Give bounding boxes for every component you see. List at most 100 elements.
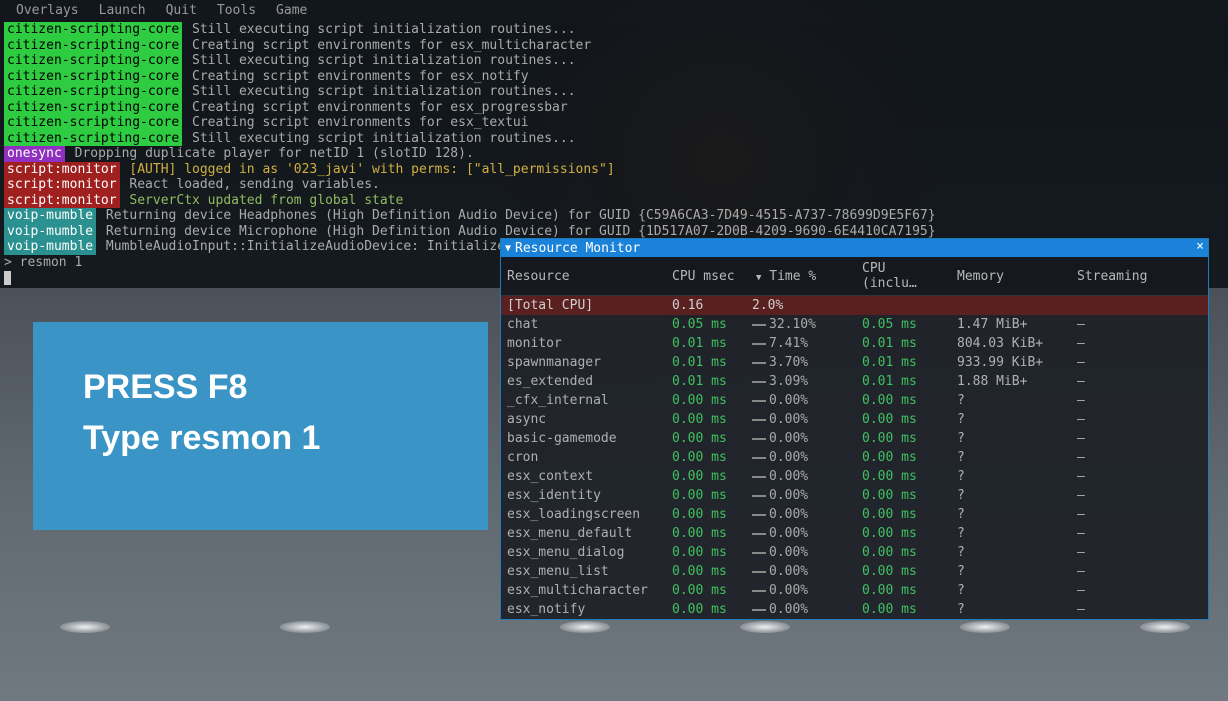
column-header[interactable]: CPU msec (666, 257, 746, 296)
menu-launch[interactable]: Launch (89, 3, 156, 18)
cpu-msec: 0.00 ms (666, 486, 746, 505)
table-row[interactable]: esx_menu_list0.00 ms0.00%0.00 ms?– (501, 562, 1208, 581)
streaming: – (1071, 315, 1208, 334)
table-row[interactable]: esx_loadingscreen0.00 ms0.00%0.00 ms?– (501, 505, 1208, 524)
cpu-inclusive: 0.01 ms (856, 353, 951, 372)
log-tag: citizen-scripting-core (4, 115, 182, 131)
instruction-line-2: Type resmon 1 (83, 413, 438, 464)
time-bar-icon (752, 400, 766, 402)
resource-name: esx_menu_list (501, 562, 666, 581)
streaming: – (1071, 505, 1208, 524)
menu-tools[interactable]: Tools (207, 3, 266, 18)
cpu-inclusive: 0.00 ms (856, 581, 951, 600)
time-percent: 0.00% (746, 524, 856, 543)
table-row[interactable]: [Total CPU]0.162.0% (501, 296, 1208, 316)
cpu-inclusive: 0.00 ms (856, 410, 951, 429)
cpu-inclusive: 0.01 ms (856, 372, 951, 391)
table-row[interactable]: esx_context0.00 ms0.00%0.00 ms?– (501, 467, 1208, 486)
time-percent: 7.41% (746, 334, 856, 353)
cpu-msec: 0.00 ms (666, 600, 746, 619)
cpu-msec: 0.05 ms (666, 315, 746, 334)
cpu-inclusive (856, 296, 951, 316)
log-message: Creating script environments for esx_tex… (184, 115, 528, 130)
streaming: – (1071, 562, 1208, 581)
cpu-msec: 0.01 ms (666, 353, 746, 372)
cpu-inclusive: 0.00 ms (856, 543, 951, 562)
cpu-inclusive: 0.00 ms (856, 448, 951, 467)
cpu-msec: 0.01 ms (666, 334, 746, 353)
column-header[interactable]: Resource (501, 257, 666, 296)
streaming: – (1071, 429, 1208, 448)
memory: ? (951, 600, 1071, 619)
table-row[interactable]: esx_multicharacter0.00 ms0.00%0.00 ms?– (501, 581, 1208, 600)
resmon-titlebar[interactable]: ▼ Resource Monitor × (501, 239, 1208, 257)
cpu-inclusive: 0.00 ms (856, 429, 951, 448)
menu-overlays[interactable]: Overlays (6, 3, 89, 18)
collapse-icon[interactable]: ▼ (505, 243, 511, 254)
table-row[interactable]: esx_identity0.00 ms0.00%0.00 ms?– (501, 486, 1208, 505)
cpu-inclusive: 0.00 ms (856, 600, 951, 619)
table-row[interactable]: esx_menu_default0.00 ms0.00%0.00 ms?– (501, 524, 1208, 543)
cpu-inclusive: 0.00 ms (856, 486, 951, 505)
console-line: citizen-scripting-core Creating script e… (4, 69, 1224, 85)
cpu-msec: 0.00 ms (666, 467, 746, 486)
streaming: – (1071, 410, 1208, 429)
console-line: citizen-scripting-core Still executing s… (4, 22, 1224, 38)
log-tag: citizen-scripting-core (4, 22, 182, 38)
streaming: – (1071, 524, 1208, 543)
menu-game[interactable]: Game (266, 3, 317, 18)
memory: ? (951, 581, 1071, 600)
cpu-inclusive: 0.01 ms (856, 334, 951, 353)
memory: ? (951, 467, 1071, 486)
resource-name: es_extended (501, 372, 666, 391)
cpu-msec: 0.01 ms (666, 372, 746, 391)
time-percent: 32.10% (746, 315, 856, 334)
cpu-inclusive: 0.05 ms (856, 315, 951, 334)
console-line: voip-mumble Returning device Headphones … (4, 208, 1224, 224)
time-bar-icon (752, 362, 766, 364)
time-bar-icon (752, 381, 766, 383)
log-message: [AUTH] logged in as '023_javi' with perm… (122, 162, 615, 177)
menu-quit[interactable]: Quit (156, 3, 207, 18)
table-row[interactable]: spawnmanager0.01 ms3.70%0.01 ms933.99 Ki… (501, 353, 1208, 372)
memory (951, 296, 1071, 316)
time-bar-icon (752, 590, 766, 592)
time-percent: 0.00% (746, 600, 856, 619)
table-row[interactable]: async0.00 ms0.00%0.00 ms?– (501, 410, 1208, 429)
column-header[interactable]: Streaming (1071, 257, 1208, 296)
time-bar-icon (752, 457, 766, 459)
table-row[interactable]: monitor0.01 ms7.41%0.01 ms804.03 KiB+– (501, 334, 1208, 353)
resource-name: [Total CPU] (501, 296, 666, 316)
resource-name: basic-gamemode (501, 429, 666, 448)
log-message: Still executing script initialization ro… (184, 84, 575, 99)
log-message: Still executing script initialization ro… (184, 53, 575, 68)
table-row[interactable]: basic-gamemode0.00 ms0.00%0.00 ms?– (501, 429, 1208, 448)
log-message: Creating script environments for esx_not… (184, 69, 528, 84)
log-tag: citizen-scripting-core (4, 100, 182, 116)
cpu-msec: 0.00 ms (666, 543, 746, 562)
console-line: citizen-scripting-core Creating script e… (4, 38, 1224, 54)
table-row[interactable]: esx_notify0.00 ms0.00%0.00 ms?– (501, 600, 1208, 619)
time-percent: 0.00% (746, 505, 856, 524)
resource-name: _cfx_internal (501, 391, 666, 410)
table-row[interactable]: esx_menu_dialog0.00 ms0.00%0.00 ms?– (501, 543, 1208, 562)
memory: ? (951, 543, 1071, 562)
column-header[interactable]: CPU (inclu… (856, 257, 951, 296)
table-row[interactable]: es_extended0.01 ms3.09%0.01 ms1.88 MiB+– (501, 372, 1208, 391)
column-header[interactable]: Memory (951, 257, 1071, 296)
table-row[interactable]: cron0.00 ms0.00%0.00 ms?– (501, 448, 1208, 467)
resource-monitor-window[interactable]: ▼ Resource Monitor × ResourceCPU msec▼ T… (500, 238, 1209, 620)
console-line: citizen-scripting-core Creating script e… (4, 115, 1224, 131)
column-header[interactable]: ▼ Time % (746, 257, 856, 296)
menubar: OverlaysLaunchQuitToolsGame (0, 0, 1228, 20)
table-row[interactable]: chat0.05 ms32.10%0.05 ms1.47 MiB+– (501, 315, 1208, 334)
memory: 933.99 KiB+ (951, 353, 1071, 372)
table-row[interactable]: _cfx_internal0.00 ms0.00%0.00 ms?– (501, 391, 1208, 410)
memory: 1.88 MiB+ (951, 372, 1071, 391)
console-line: script:monitor React loaded, sending var… (4, 177, 1224, 193)
streaming: – (1071, 486, 1208, 505)
log-tag: voip-mumble (4, 224, 96, 240)
log-tag: script:monitor (4, 177, 120, 193)
time-bar-icon (752, 343, 766, 345)
close-icon[interactable]: × (1196, 239, 1204, 254)
